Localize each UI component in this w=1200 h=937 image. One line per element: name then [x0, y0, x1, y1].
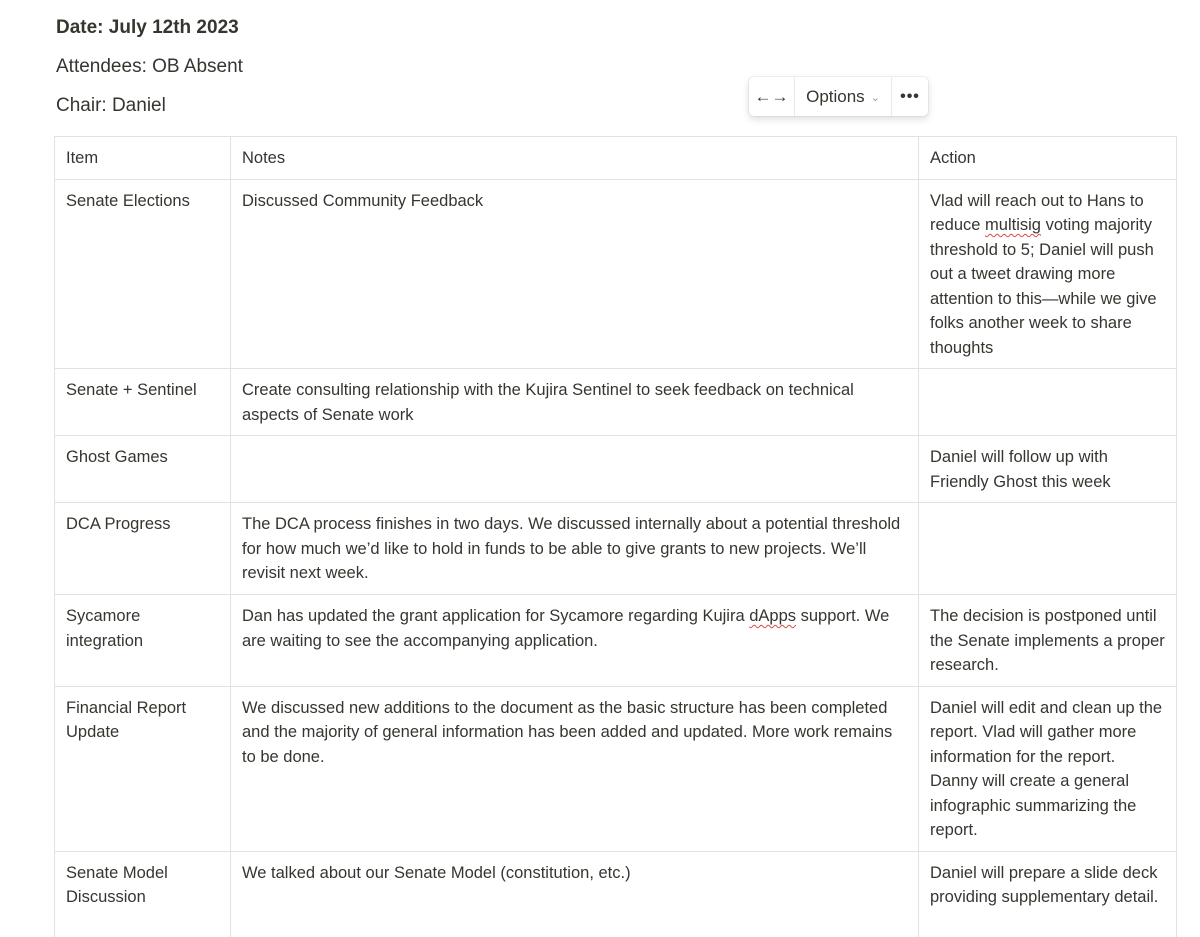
- action-text: voting majority threshold to 5; Daniel w…: [930, 216, 1157, 357]
- notes-cell[interactable]: We discussed new additions to the docume…: [230, 685, 919, 852]
- action-cell[interactable]: [918, 502, 1177, 595]
- notes-cell[interactable]: [230, 435, 919, 503]
- more-actions-button[interactable]: •••: [892, 77, 928, 116]
- header-cell-item[interactable]: Item: [54, 136, 231, 180]
- action-cell[interactable]: [918, 368, 1177, 436]
- table-toolbar: ←→ Options ⌄ •••: [749, 77, 928, 116]
- item-cell[interactable]: Ghost Games: [54, 435, 231, 503]
- full-width-toggle-button[interactable]: ←→: [749, 77, 795, 116]
- options-label: Options: [806, 86, 865, 106]
- width-toggle-icon: ←→: [754, 86, 789, 106]
- table-row: Senate Model Discussion We talked about …: [54, 850, 1177, 937]
- item-cell[interactable]: Financial Report Update: [54, 685, 231, 852]
- table-row: Sycamore integration Dan has updated the…: [54, 594, 1177, 687]
- table-row: Ghost Games Daniel will follow up with F…: [54, 435, 1177, 503]
- notes-cell[interactable]: Dan has updated the grant application fo…: [230, 594, 919, 687]
- item-cell[interactable]: Senate + Sentinel: [54, 368, 231, 436]
- chevron-down-icon: ⌄: [870, 91, 880, 104]
- header-cell-action[interactable]: Action: [918, 136, 1177, 180]
- item-cell[interactable]: DCA Progress: [54, 502, 231, 595]
- item-cell[interactable]: Senate Elections: [54, 178, 231, 369]
- header-cell-notes[interactable]: Notes: [230, 136, 919, 180]
- meeting-chair: Chair: Daniel: [56, 95, 166, 116]
- action-cell[interactable]: The decision is postponed until the Sena…: [918, 594, 1177, 687]
- notes-cell[interactable]: Create consulting relationship with the …: [230, 368, 919, 436]
- action-cell[interactable]: Daniel will prepare a slide deck providi…: [918, 850, 1177, 937]
- notes-cell[interactable]: The DCA process finishes in two days. We…: [230, 502, 919, 595]
- item-cell[interactable]: Senate Model Discussion: [54, 850, 231, 937]
- notes-text: Dan has updated the grant application fo…: [242, 607, 750, 625]
- more-dots-icon: •••: [900, 87, 920, 105]
- table-row: DCA Progress The DCA process finishes in…: [54, 502, 1177, 595]
- action-cell[interactable]: Daniel will edit and clean up the report…: [918, 685, 1177, 852]
- notes-cell[interactable]: Discussed Community Feedback: [230, 178, 919, 369]
- options-dropdown-button[interactable]: Options ⌄: [795, 77, 892, 116]
- meeting-date: Date: July 12th 2023: [56, 17, 239, 38]
- table-row: Financial Report Update We discussed new…: [54, 685, 1177, 852]
- spellcheck-word: dApps: [749, 607, 797, 625]
- item-cell[interactable]: Sycamore integration: [54, 594, 231, 687]
- table-row: Senate + Sentinel Create consulting rela…: [54, 368, 1177, 436]
- action-cell[interactable]: Daniel will follow up with Friendly Ghos…: [918, 435, 1177, 503]
- notes-cell[interactable]: We talked about our Senate Model (consti…: [230, 850, 919, 937]
- action-cell[interactable]: Vlad will reach out to Hans to reduce mu…: [918, 178, 1177, 369]
- meeting-attendees: Attendees: OB Absent: [56, 56, 243, 77]
- minutes-table: Item Notes Action Senate Elections Discu…: [54, 136, 1177, 937]
- table-header-row: Item Notes Action: [54, 136, 1177, 180]
- table-row: Senate Elections Discussed Community Fee…: [54, 178, 1177, 369]
- spellcheck-word: multisig: [985, 216, 1041, 234]
